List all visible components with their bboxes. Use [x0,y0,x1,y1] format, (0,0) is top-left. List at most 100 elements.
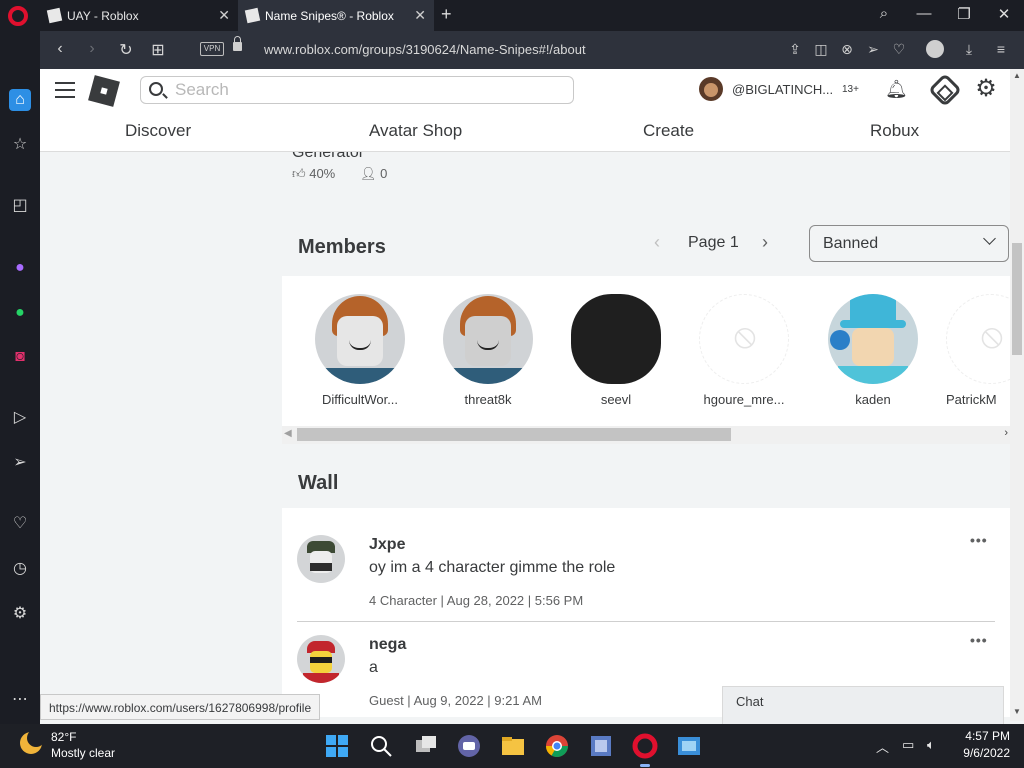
members-horizontal-scrollbar[interactable]: ◀ › [282,426,1010,444]
search-icon[interactable] [367,732,395,760]
page-vertical-scrollbar[interactable]: ▲ ▼ [1010,69,1024,721]
menu-icon[interactable]: ≡ [992,40,1010,58]
weather-temp[interactable]: 82°F [51,730,76,744]
member-name[interactable]: hgoure_mre... [689,392,799,407]
teams-chat-icon[interactable] [455,732,483,760]
close-tab-icon[interactable]: ✕ [218,7,230,24]
prev-page-icon[interactable]: ‹ [654,232,660,253]
tab-name-snipes[interactable]: Name Snipes® - Roblox ✕ [238,0,434,31]
weather-condition[interactable]: Mostly clear [51,746,115,760]
member-name[interactable]: DifficultWor... [305,392,415,407]
history-icon[interactable]: ◷ [9,558,31,580]
settings-gear-icon[interactable]: ⚙ [973,76,999,102]
speed-dial-icon[interactable]: ⊞ [148,40,168,60]
favorites-icon[interactable]: ☆ [9,134,31,156]
file-explorer-icon[interactable] [499,732,527,760]
member-name[interactable]: threat8k [433,392,543,407]
avatar[interactable] [297,635,345,683]
lock-icon[interactable] [233,36,242,51]
scroll-right-icon[interactable]: › [1004,427,1008,439]
opera-taskbar-icon[interactable] [631,732,659,767]
post-author[interactable]: nega [369,636,406,654]
member-avatar-placeholder[interactable] [946,294,1010,384]
close-tab-icon[interactable]: ✕ [414,7,426,24]
member-card[interactable]: DifficultWor... [305,294,415,407]
member-avatar[interactable] [315,294,405,384]
windows-start-icon[interactable] [323,732,351,760]
forward-button[interactable]: › [82,40,102,58]
player-icon[interactable]: ▷ [9,407,31,429]
task-view-icon[interactable] [412,732,440,760]
settings-icon[interactable]: ⚙ [9,603,31,625]
nav-robux[interactable]: Robux [870,121,919,141]
adblock-icon[interactable]: ⊗ [838,40,856,58]
share-icon[interactable]: ⇪ [786,40,804,58]
restore-button[interactable]: ❐ [954,5,974,23]
member-avatar[interactable] [571,294,661,384]
reload-button[interactable]: ↻ [116,40,136,60]
member-avatar[interactable] [828,294,918,384]
chat-bar[interactable]: Chat [722,686,1004,724]
avatar[interactable] [699,77,723,101]
username-label[interactable]: @BIGLATINCH... [732,82,833,97]
member-card[interactable]: seevl [561,294,671,407]
member-avatar-placeholder[interactable] [699,294,789,384]
scrollbar-thumb[interactable] [1012,243,1022,355]
game-title[interactable]: Generator [292,152,364,162]
clock-time[interactable]: 4:57 PM [958,729,1010,743]
member-card[interactable]: kaden [818,294,928,407]
scroll-down-icon[interactable]: ▼ [1013,707,1021,716]
member-avatar[interactable] [443,294,533,384]
messenger-icon[interactable]: ● [9,257,31,279]
role-filter-dropdown[interactable]: Banned [809,225,1009,262]
shopping-bag-icon[interactable]: ◰ [9,195,31,217]
nav-discover[interactable]: Discover [125,121,191,141]
post-options-icon[interactable]: ••• [970,532,988,548]
clock-date[interactable]: 9/6/2022 [950,746,1010,760]
next-page-icon[interactable]: › [762,232,768,253]
new-tab-button[interactable]: + [441,4,452,25]
tray-overflow-icon[interactable]: ︿ [876,737,889,756]
scrollbar-thumb[interactable] [297,428,731,441]
heart-icon[interactable]: ♡ [9,513,31,535]
bookmark-heart-icon[interactable]: ♡ [890,40,908,58]
member-card[interactable]: hgoure_mre... [689,294,799,407]
avatar[interactable] [297,535,345,583]
search-input[interactable] [175,80,565,100]
instagram-icon[interactable]: ◙ [9,346,31,368]
member-name[interactable]: seevl [561,392,671,407]
roblox-studio-icon[interactable] [587,732,615,760]
member-card[interactable]: PatrickM [946,294,1010,407]
post-author[interactable]: Jxpe [369,536,405,554]
send-icon[interactable]: ➢ [9,452,31,474]
nav-avatar-shop[interactable]: Avatar Shop [369,121,462,141]
vpn-badge[interactable]: VPN [200,42,224,56]
member-card[interactable]: threat8k [433,294,543,407]
home-icon[interactable]: ⌂ [9,89,31,111]
member-name[interactable]: kaden [818,392,928,407]
url-field[interactable]: www.roblox.com/groups/3190624/Name-Snipe… [264,42,586,57]
post-options-icon[interactable]: ••• [970,632,988,648]
notifications-bell-icon[interactable]: 🔔︎ [885,78,908,100]
member-name[interactable]: PatrickM [946,392,1010,407]
close-window-button[interactable]: ✕ [994,5,1014,23]
robux-icon[interactable] [928,73,962,107]
scroll-up-icon[interactable]: ▲ [1013,71,1021,80]
opera-logo-icon[interactable] [8,6,28,26]
control-panel-icon[interactable] [675,732,703,760]
chrome-icon[interactable] [543,732,571,760]
hamburger-menu-icon[interactable] [55,82,75,98]
back-button[interactable]: ‹ [50,40,70,58]
send-icon[interactable]: ➢ [864,40,882,58]
roblox-logo-icon[interactable] [88,75,120,107]
network-icon[interactable]: ▭ [902,737,914,753]
search-tabs-icon[interactable]: ⌕ [874,5,894,22]
scroll-left-icon[interactable]: ◀ [284,428,292,439]
download-icon[interactable]: ⤓ [960,40,978,58]
minimize-button[interactable]: — [914,5,934,22]
more-icon[interactable]: ⋯ [9,689,31,711]
tab-uay-roblox[interactable]: UAY - Roblox ✕ [40,0,238,31]
weather-moon-icon[interactable] [20,729,45,754]
volume-icon[interactable]: 🔈︎ [927,737,935,753]
whatsapp-icon[interactable]: ● [9,302,31,324]
